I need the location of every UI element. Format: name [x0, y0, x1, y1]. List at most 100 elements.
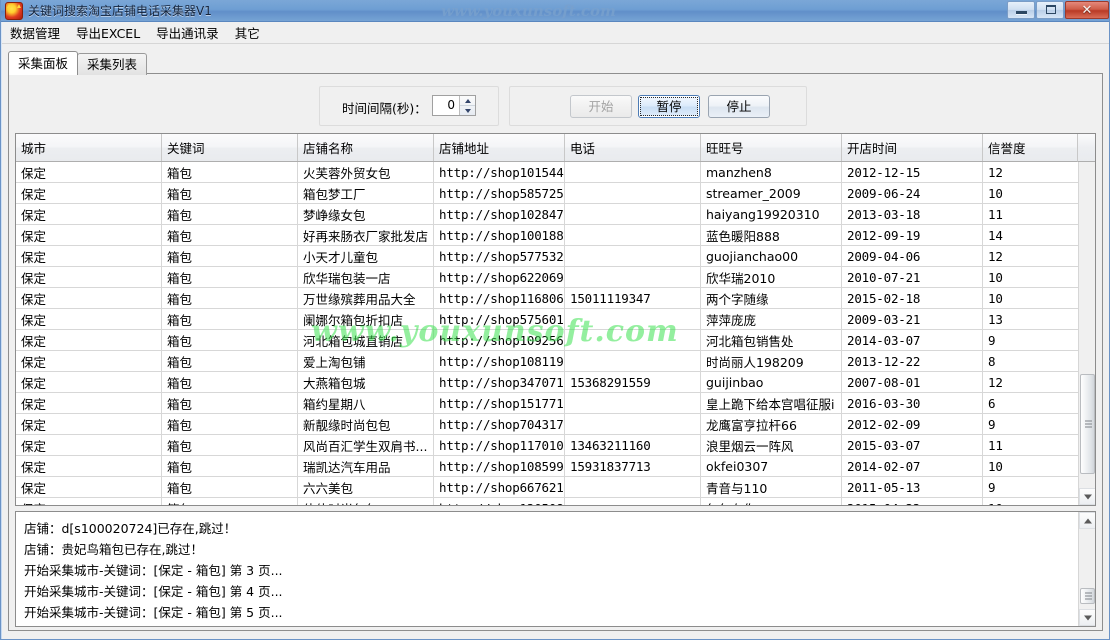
- table-cell[interactable]: [564, 308, 701, 330]
- table-cell[interactable]: 2014-03-07: [841, 329, 983, 351]
- table-cell[interactable]: 大燕箱包城: [297, 371, 434, 393]
- column-header-open-date[interactable]: 开店时间: [841, 134, 983, 162]
- minimize-button[interactable]: [1007, 1, 1035, 19]
- table-cell[interactable]: 2009-03-21: [841, 308, 983, 330]
- table-cell[interactable]: 保定: [16, 203, 162, 225]
- table-cell[interactable]: [564, 392, 701, 414]
- table-row[interactable]: 保定箱包好再来肠衣厂家批发店http://shop1001888... 蓝色暖阳8…: [16, 224, 1095, 246]
- column-header-keyword[interactable]: 关键词: [161, 134, 298, 162]
- table-cell[interactable]: 小天才儿童包: [297, 245, 434, 267]
- table-row[interactable]: 保定箱包梦峥缘女包http://shop1028472... haiyang199…: [16, 203, 1095, 225]
- table-cell[interactable]: 保定: [16, 497, 162, 505]
- table-cell[interactable]: 瑞凯达汽车用品: [297, 455, 434, 477]
- table-cell[interactable]: 箱包: [161, 266, 298, 288]
- table-cell[interactable]: 2012-02-09: [841, 413, 983, 435]
- table-cell[interactable]: [564, 182, 701, 204]
- table-cell[interactable]: 箱包: [161, 245, 298, 267]
- table-cell[interactable]: 箱包: [161, 203, 298, 225]
- table-cell[interactable]: 箱约星期八: [297, 392, 434, 414]
- table-cell[interactable]: 2012-12-15: [841, 161, 983, 183]
- table-row[interactable]: 保定箱包河北箱包城直销店http://shop1092562... 河北箱包销售处…: [16, 329, 1095, 351]
- table-cell[interactable]: 梦峥缘女包: [297, 203, 434, 225]
- table-cell[interactable]: 六六美包: [297, 476, 434, 498]
- table-cell[interactable]: 浪里烟云一阵风: [700, 434, 842, 456]
- log-vertical-scrollbar[interactable]: [1078, 512, 1095, 626]
- close-button[interactable]: ✕: [1065, 1, 1109, 19]
- table-cell[interactable]: streamer_2009: [700, 182, 842, 204]
- table-cell[interactable]: 2013-12-22: [841, 350, 983, 372]
- table-cell[interactable]: [564, 161, 701, 183]
- tab-collect-list[interactable]: 采集列表: [77, 53, 148, 75]
- table-cell[interactable]: 15931837713: [564, 455, 701, 477]
- table-cell[interactable]: 箱包: [161, 413, 298, 435]
- table-cell[interactable]: 2016-03-30: [841, 392, 983, 414]
- table-cell[interactable]: 箱包: [161, 497, 298, 505]
- table-cell[interactable]: 2015-04-22: [841, 497, 983, 505]
- interval-stepper[interactable]: 0: [432, 95, 476, 116]
- table-cell[interactable]: 萍萍庞庞: [700, 308, 842, 330]
- pause-button[interactable]: 暂停: [638, 95, 700, 118]
- table-cell[interactable]: http://shop5857251...: [433, 182, 565, 204]
- column-header-wangwang[interactable]: 旺旺号: [700, 134, 842, 162]
- table-cell[interactable]: 青音与110: [700, 476, 842, 498]
- table-cell[interactable]: 2015-03-07: [841, 434, 983, 456]
- table-cell[interactable]: 保定: [16, 392, 162, 414]
- table-cell[interactable]: http://shop6220697...: [433, 266, 565, 288]
- table-cell[interactable]: 万世缘殡葬用品大全: [297, 287, 434, 309]
- table-cell[interactable]: 2015-02-18: [841, 287, 983, 309]
- table-cell[interactable]: 好再来肠衣厂家批发店: [297, 224, 434, 246]
- menu-item-export-contacts[interactable]: 导出通讯录: [148, 21, 227, 44]
- table-cell[interactable]: 保定: [16, 245, 162, 267]
- table-cell[interactable]: [564, 329, 701, 351]
- table-cell[interactable]: 2007-08-01: [841, 371, 983, 393]
- table-cell[interactable]: 2012-09-19: [841, 224, 983, 246]
- table-cell[interactable]: [564, 224, 701, 246]
- results-grid[interactable]: 城市 关键词 店铺名称 店铺地址 电话 旺旺号 开店时间 信誉度 保定 箱包 火芙蓉…: [15, 133, 1096, 506]
- table-cell[interactable]: 龙鹰富亨拉杆66: [700, 413, 842, 435]
- table-cell[interactable]: 欣华瑞2010: [700, 266, 842, 288]
- table-cell[interactable]: guojianchao00: [700, 245, 842, 267]
- table-cell[interactable]: 保定: [16, 413, 162, 435]
- table-row[interactable]: 保定箱包箱约星期八http://shop1517716... 皇上跪下给本宫唱征服…: [16, 392, 1095, 414]
- interval-value[interactable]: 0: [433, 96, 459, 115]
- table-cell[interactable]: 2013-03-18: [841, 203, 983, 225]
- table-cell[interactable]: 保定: [16, 455, 162, 477]
- table-cell[interactable]: 保定: [16, 350, 162, 372]
- table-cell[interactable]: 2009-06-24: [841, 182, 983, 204]
- table-cell[interactable]: http://shop5756010...: [433, 308, 565, 330]
- table-cell[interactable]: 火芙蓉外贸女包: [297, 161, 434, 183]
- menu-item-other[interactable]: 其它: [227, 21, 268, 44]
- table-cell[interactable]: http://shop1015446...: [433, 161, 565, 183]
- table-cell[interactable]: okfei0307: [700, 455, 842, 477]
- table-cell[interactable]: 时尚丽人198209: [700, 350, 842, 372]
- table-row[interactable]: 保定箱包大燕箱包城http://shop3470714...1536829155…: [16, 371, 1095, 393]
- table-cell[interactable]: [564, 497, 701, 505]
- table-cell[interactable]: 箱包: [161, 392, 298, 414]
- table-cell[interactable]: [564, 245, 701, 267]
- table-cell[interactable]: http://shop7043171...: [433, 413, 565, 435]
- table-cell[interactable]: 箱包: [161, 371, 298, 393]
- table-cell[interactable]: [564, 266, 701, 288]
- table-cell[interactable]: 河北箱包销售处: [700, 329, 842, 351]
- table-cell[interactable]: http://shop5775328...: [433, 245, 565, 267]
- table-cell[interactable]: http://shop1170105...: [433, 434, 565, 456]
- table-cell[interactable]: guijinbao: [700, 371, 842, 393]
- table-cell[interactable]: 13463211160: [564, 434, 701, 456]
- log-scroll-down-icon[interactable]: [1079, 609, 1095, 626]
- table-cell[interactable]: 河北箱包城直销店: [297, 329, 434, 351]
- log-scroll-thumb[interactable]: [1080, 588, 1095, 604]
- table-row[interactable]: 保定箱包火芙蓉外贸女包http://shop1015446... manzhen8…: [16, 161, 1095, 183]
- table-cell[interactable]: 2009-04-06: [841, 245, 983, 267]
- maximize-button[interactable]: [1036, 1, 1064, 19]
- table-row[interactable]: 保定箱包万世缘殡葬用品大全http://shop1168061...150111…: [16, 287, 1095, 309]
- table-row[interactable]: 保定箱包欣华瑞包装一店http://shop6220697... 欣华瑞20102…: [16, 266, 1095, 288]
- table-cell[interactable]: 保定: [16, 224, 162, 246]
- column-header-shop-name[interactable]: 店铺名称: [297, 134, 434, 162]
- table-cell[interactable]: 佳佳时尚包包: [297, 497, 434, 505]
- table-cell[interactable]: 包包有你00: [700, 497, 842, 505]
- table-cell[interactable]: http://shop1081194...: [433, 350, 565, 372]
- table-cell[interactable]: 保定: [16, 434, 162, 456]
- table-cell[interactable]: 箱包: [161, 455, 298, 477]
- table-row[interactable]: 保定箱包阑娜尔箱包折扣店http://shop5756010... 萍萍庞庞200…: [16, 308, 1095, 330]
- log-panel[interactable]: 店铺：d[s100020724]已存在,跳过！ 店铺：贵妃鸟箱包已存在,跳过！ 开始…: [15, 511, 1096, 627]
